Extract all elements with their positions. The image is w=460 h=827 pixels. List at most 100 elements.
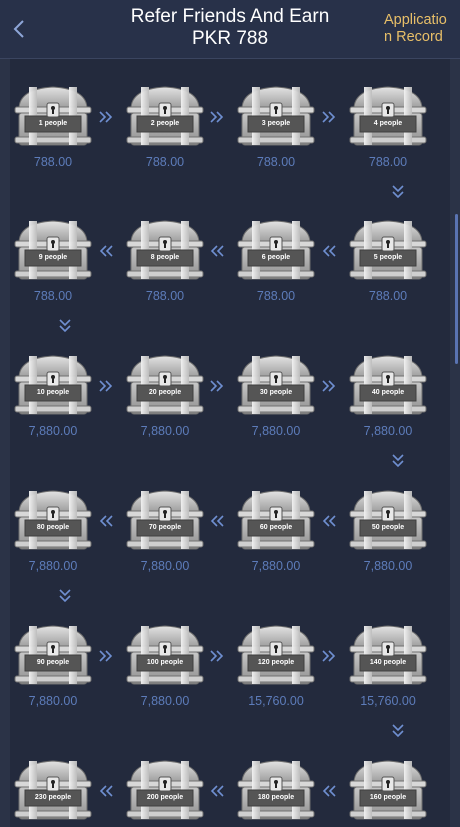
reward-amount: 7,880.00 — [363, 424, 413, 438]
treasure-chest-icon — [349, 86, 427, 146]
double-chevron-down-icon — [390, 723, 406, 739]
reward-chest[interactable]: 180 people — [236, 755, 316, 825]
reward-chest[interactable]: 30 people — [236, 350, 316, 420]
reward-chest[interactable]: 90 people — [13, 620, 93, 690]
reward-chest[interactable]: 9 people — [13, 215, 93, 285]
reward-people-label: 8 people — [150, 254, 180, 261]
reward-amount: 7,880.00 — [140, 559, 190, 573]
reward-chest[interactable]: 70 people — [125, 485, 205, 555]
header: Refer Friends And Earn PKR 788 Applicati… — [0, 0, 460, 59]
reward-people-label: 3 people — [261, 120, 291, 127]
reward-people-label: 140 people — [369, 659, 407, 666]
reward-chest[interactable]: 1 people — [13, 81, 93, 151]
reward-amount: 788.00 — [368, 155, 408, 169]
double-chevron-left-icon — [98, 513, 114, 529]
treasure-chest-icon — [349, 625, 427, 685]
reward-chest[interactable]: 20 people — [125, 350, 205, 420]
title-line-2: PKR 788 — [191, 28, 269, 49]
reward-chest[interactable]: 6 people — [236, 215, 316, 285]
treasure-chest-icon — [14, 355, 92, 415]
reward-chest[interactable]: 230 people — [13, 755, 93, 825]
reward-chest[interactable]: 80 people — [13, 485, 93, 555]
reward-chest[interactable]: 2 people — [125, 81, 205, 151]
treasure-chest-icon — [349, 760, 427, 820]
reward-chest[interactable]: 4 people — [348, 81, 428, 151]
double-chevron-down-icon — [57, 588, 73, 604]
double-chevron-left-icon — [98, 243, 114, 259]
treasure-chest-icon — [237, 760, 315, 820]
arrow-glyph — [210, 515, 224, 527]
arrow-glyph — [392, 724, 404, 738]
application-record-link[interactable]: Application Record — [384, 12, 452, 46]
treasure-chest-icon — [349, 220, 427, 280]
reward-people-label: 200 people — [146, 794, 184, 801]
double-chevron-right-icon — [98, 378, 114, 394]
reward-amount: 7,880.00 — [28, 694, 78, 708]
double-chevron-right-icon — [209, 109, 225, 125]
reward-amount: 7,880.00 — [363, 559, 413, 573]
arrow-glyph — [392, 185, 404, 199]
reward-chest[interactable]: 120 people — [236, 620, 316, 690]
arrow-glyph — [210, 380, 224, 392]
scrollbar[interactable] — [455, 214, 458, 364]
reward-chest[interactable]: 5 people — [348, 215, 428, 285]
treasure-chest-icon — [14, 220, 92, 280]
treasure-chest-icon — [14, 490, 92, 550]
reward-chest[interactable]: 100 people — [125, 620, 205, 690]
treasure-chest-icon — [126, 625, 204, 685]
reward-chest[interactable]: 8 people — [125, 215, 205, 285]
reward-people-label: 80 people — [36, 524, 70, 531]
double-chevron-right-icon — [209, 648, 225, 664]
reward-chest[interactable]: 10 people — [13, 350, 93, 420]
double-chevron-right-icon — [209, 378, 225, 394]
reward-people-label: 120 people — [257, 659, 295, 666]
reward-people-label: 50 people — [371, 524, 405, 531]
reward-chest[interactable]: 3 people — [236, 81, 316, 151]
arrow-glyph — [322, 245, 336, 257]
reward-amount: 7,880.00 — [251, 559, 301, 573]
double-chevron-left-icon — [98, 783, 114, 799]
double-chevron-right-icon — [321, 648, 337, 664]
treasure-chest-icon — [237, 86, 315, 146]
reward-chest[interactable]: 200 people — [125, 755, 205, 825]
double-chevron-down-icon — [390, 184, 406, 200]
reward-chest[interactable]: 60 people — [236, 485, 316, 555]
back-button[interactable] — [6, 16, 32, 42]
arrow-glyph — [392, 454, 404, 468]
reward-chest[interactable]: 140 people — [348, 620, 428, 690]
treasure-chest-icon — [349, 355, 427, 415]
treasure-chest-icon — [126, 760, 204, 820]
arrow-glyph — [322, 111, 336, 123]
reward-amount: 788.00 — [33, 289, 73, 303]
title-line-1: Refer Friends And Earn — [130, 6, 330, 27]
reward-amount: 7,880.00 — [28, 424, 78, 438]
arrow-glyph — [322, 785, 336, 797]
reward-people-label: 90 people — [36, 659, 70, 666]
reward-amount: 788.00 — [256, 155, 296, 169]
reward-people-label: 10 people — [36, 389, 70, 396]
reward-amount: 788.00 — [145, 289, 185, 303]
double-chevron-right-icon — [98, 109, 114, 125]
reward-chest[interactable]: 160 people — [348, 755, 428, 825]
reward-people-label: 70 people — [148, 524, 182, 531]
reward-amount: 7,880.00 — [251, 424, 301, 438]
reward-people-label: 100 people — [146, 659, 184, 666]
reward-chest[interactable]: 50 people — [348, 485, 428, 555]
reward-chest[interactable]: 40 people — [348, 350, 428, 420]
treasure-chest-icon — [126, 86, 204, 146]
reward-grid: 1 people 788.00 2 people 788.00 3 people… — [10, 59, 450, 827]
rewards-panel: 1 people 788.00 2 people 788.00 3 people… — [0, 59, 460, 827]
reward-amount: 788.00 — [368, 289, 408, 303]
double-chevron-right-icon — [321, 378, 337, 394]
reward-amount: 788.00 — [256, 289, 296, 303]
page-title: Refer Friends And Earn PKR 788 — [90, 6, 370, 50]
treasure-chest-icon — [126, 355, 204, 415]
arrow-glyph — [210, 785, 224, 797]
double-chevron-left-icon — [209, 243, 225, 259]
reward-people-label: 60 people — [259, 524, 293, 531]
arrow-glyph — [59, 319, 71, 333]
arrow-glyph — [99, 380, 113, 392]
arrow-glyph — [59, 589, 71, 603]
reward-amount: 15,760.00 — [360, 694, 416, 708]
reward-amount: 7,880.00 — [28, 559, 78, 573]
